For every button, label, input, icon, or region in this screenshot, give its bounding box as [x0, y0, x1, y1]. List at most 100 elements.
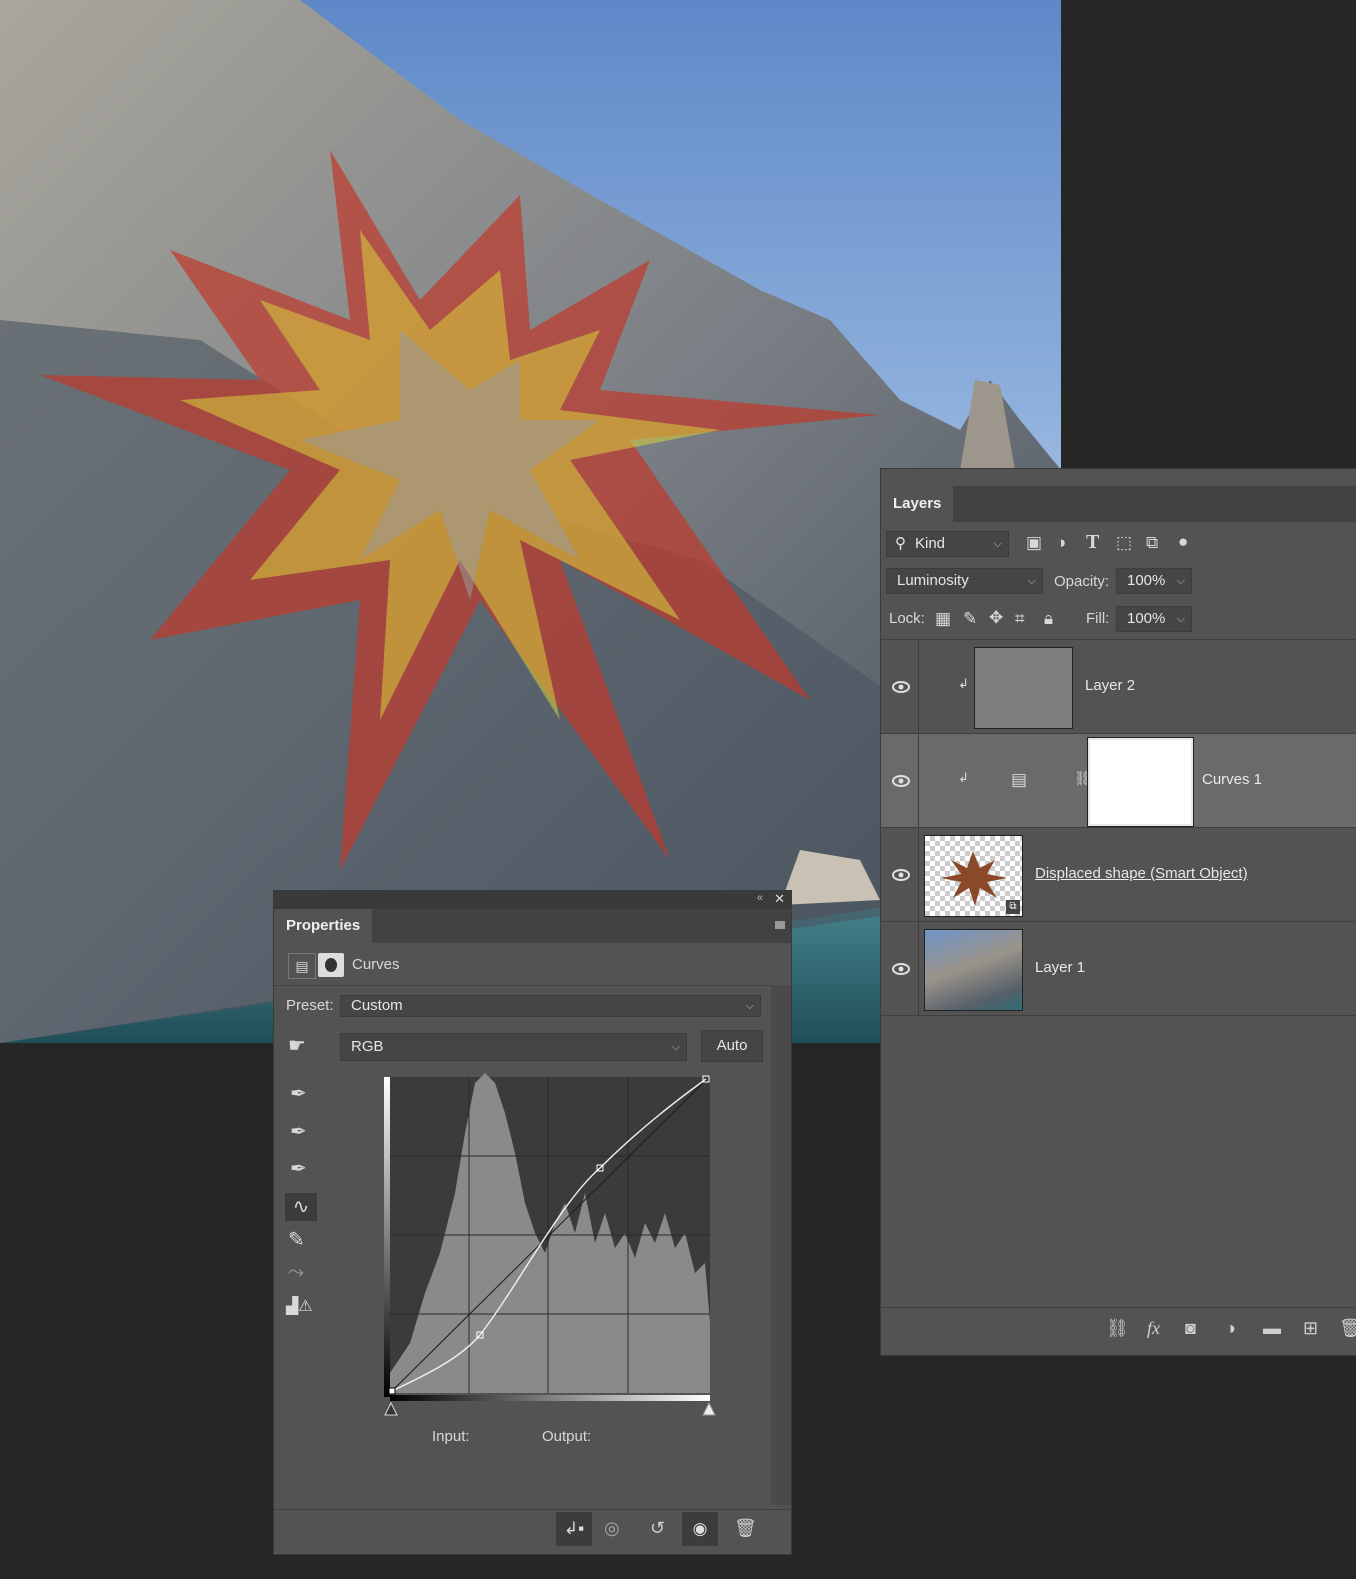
eye-icon[interactable] — [891, 962, 911, 976]
mask-icon[interactable]: ◙ — [1185, 1318, 1196, 1339]
curve-point[interactable] — [388, 1387, 396, 1395]
fill-label: Fill: — [1086, 610, 1110, 627]
divider — [274, 985, 791, 986]
kind-filter-label: Kind — [915, 535, 946, 552]
fill-input[interactable]: 100% ⌵ — [1116, 606, 1192, 632]
type-filter-icon[interactable]: T — [1086, 531, 1099, 554]
layer-row-layer-2[interactable]: ↲ Layer 2 — [881, 640, 1356, 734]
properties-footer: ↲▪ ◎ ↺ ◉ 🗑︎ — [274, 1509, 791, 1548]
layer-thumbnail — [974, 647, 1073, 729]
kind-filter-select[interactable]: ⚲ Kind ⌵ — [886, 531, 1009, 557]
black-eyedropper-icon[interactable]: ✒︎ — [290, 1081, 307, 1106]
smooth-icon[interactable]: ⤳ — [288, 1261, 304, 1284]
layer-row-layer-1[interactable]: Layer 1 — [881, 922, 1356, 1016]
curves-adjustment-icon[interactable]: ▤ — [1011, 770, 1027, 790]
panel-titlebar: « ✕ — [274, 891, 791, 909]
preset-select[interactable]: Custom ⌵ — [340, 995, 761, 1017]
output-label: Output: — [542, 1428, 592, 1445]
auto-button[interactable]: Auto — [701, 1030, 763, 1062]
reset-icon[interactable]: ↺ — [650, 1518, 665, 1539]
row-divider — [918, 922, 919, 1015]
chevron-down-icon: ⌵ — [993, 538, 1002, 550]
layer-name[interactable]: Layer 2 — [1085, 677, 1135, 694]
lock-all-icon[interactable]: 🔒︎ — [1044, 609, 1053, 629]
link-icon[interactable]: ⛓︎ — [1106, 1318, 1129, 1339]
layer-name[interactable]: Displaced shape (Smart Object) — [1035, 865, 1248, 882]
row-divider — [918, 828, 919, 921]
view-previous-icon[interactable]: ◎ — [604, 1518, 620, 1539]
delete-icon[interactable]: 🗑︎ — [734, 1518, 757, 1539]
pencil-icon[interactable]: ✎ — [288, 1227, 305, 1252]
layers-tabbar: Layers — [881, 486, 1356, 522]
layer-thumbnail — [924, 929, 1023, 1011]
target-adjust-icon[interactable]: ☛ — [288, 1033, 306, 1058]
trash-icon[interactable]: 🗑︎ — [1339, 1318, 1356, 1339]
close-icon[interactable]: ✕ — [774, 891, 785, 907]
curves-icon[interactable]: ▤ — [288, 953, 316, 979]
white-eyedropper-icon[interactable]: ✒︎ — [290, 1156, 307, 1181]
clip-to-layer-icon[interactable]: ↲▪ — [556, 1512, 592, 1546]
opacity-input[interactable]: 100% ⌵ — [1116, 568, 1192, 594]
lock-label: Lock: — [889, 610, 925, 627]
properties-tabbar: Properties — [274, 909, 791, 943]
row-divider — [918, 734, 919, 827]
gray-eyedropper-icon[interactable]: ✒︎ — [290, 1119, 307, 1144]
eye-icon[interactable] — [891, 868, 911, 882]
eye-icon[interactable] — [891, 774, 911, 788]
adjustment-filter-icon[interactable]: ◑ — [1056, 533, 1066, 553]
curve-point-icon[interactable]: ∿ — [285, 1193, 317, 1221]
shape-filter-icon[interactable]: ⬚ — [1116, 533, 1132, 553]
smart-object-filter-icon[interactable]: ⧉ — [1146, 533, 1158, 553]
scrollbar[interactable] — [771, 985, 791, 1505]
blend-mode-value: Luminosity — [897, 572, 969, 589]
channel-value: RGB — [351, 1038, 384, 1055]
tab-layers[interactable]: Layers — [881, 486, 954, 522]
chevron-down-icon: ⌵ — [1176, 613, 1185, 625]
curves-graph[interactable] — [380, 1073, 720, 1423]
search-icon: ⚲ — [895, 535, 906, 552]
layer-row-curves-1[interactable]: ↲ ▤ ⛓︎ Curves 1 — [881, 734, 1356, 828]
input-gradient-bar — [390, 1395, 710, 1401]
channel-select[interactable]: RGB ⌵ — [340, 1033, 687, 1061]
opacity-label: Opacity: — [1054, 573, 1110, 590]
mask-icon[interactable] — [318, 953, 344, 977]
adjustment-icon[interactable]: ◑ — [1225, 1318, 1236, 1339]
folder-icon[interactable]: ▬ — [1263, 1318, 1281, 1339]
row-divider — [918, 640, 919, 733]
panel-menu-icon[interactable] — [775, 921, 785, 929]
visibility-icon[interactable]: ◉ — [682, 1512, 718, 1546]
new-layer-icon[interactable]: ⊞ — [1303, 1318, 1318, 1339]
opacity-value: 100% — [1127, 572, 1166, 589]
layers-footer: ⛓︎ fx ◙ ◑ ▬ ⊞ 🗑︎ — [881, 1307, 1356, 1346]
white-point-slider[interactable] — [702, 1401, 716, 1416]
collapse-icon[interactable]: « — [757, 892, 763, 904]
eye-icon[interactable] — [891, 680, 911, 694]
lock-brush-icon[interactable]: ✎ — [963, 609, 977, 629]
clipping-warning-icon[interactable]: ▟⚠ — [286, 1296, 313, 1316]
filter-toggle-icon[interactable]: ● — [1178, 532, 1188, 552]
input-label: Input: — [432, 1428, 470, 1445]
chevron-down-icon: ⌵ — [745, 1000, 754, 1012]
chevron-down-icon: ⌵ — [671, 1041, 680, 1053]
clipping-arrow-icon: ↲ — [958, 676, 969, 691]
layers-panel: Layers ⚲ Kind ⌵ ▣ ◑ T ⬚ ⧉ ● Luminosity ⌵… — [880, 468, 1356, 1356]
preset-label: Preset: — [286, 997, 334, 1014]
preset-value: Custom — [351, 997, 403, 1014]
adjustment-name: Curves — [352, 956, 400, 973]
layer-name[interactable]: Curves 1 — [1202, 771, 1262, 788]
smart-object-badge-icon: ⧉ — [1006, 900, 1020, 914]
lock-position-icon[interactable]: ✥ — [989, 608, 1003, 628]
chevron-down-icon: ⌵ — [1176, 575, 1185, 587]
tab-properties[interactable]: Properties — [274, 909, 373, 943]
lock-artboard-icon[interactable]: ⌗ — [1015, 609, 1025, 629]
blend-mode-select[interactable]: Luminosity ⌵ — [886, 568, 1043, 594]
layer-list: ↲ Layer 2 ↲ ▤ ⛓︎ Curves 1 ⧉ Displaced sh… — [881, 639, 1356, 1016]
black-point-slider[interactable] — [384, 1401, 398, 1416]
chevron-down-icon: ⌵ — [1027, 575, 1036, 587]
fx-icon[interactable]: fx — [1147, 1318, 1160, 1339]
layer-row-displaced-shape[interactable]: ⧉ Displaced shape (Smart Object) — [881, 828, 1356, 922]
layer-name[interactable]: Layer 1 — [1035, 959, 1085, 976]
lock-transparent-icon[interactable]: ▦ — [935, 609, 951, 629]
layer-mask-thumbnail[interactable] — [1088, 738, 1193, 826]
pixel-filter-icon[interactable]: ▣ — [1026, 533, 1042, 553]
